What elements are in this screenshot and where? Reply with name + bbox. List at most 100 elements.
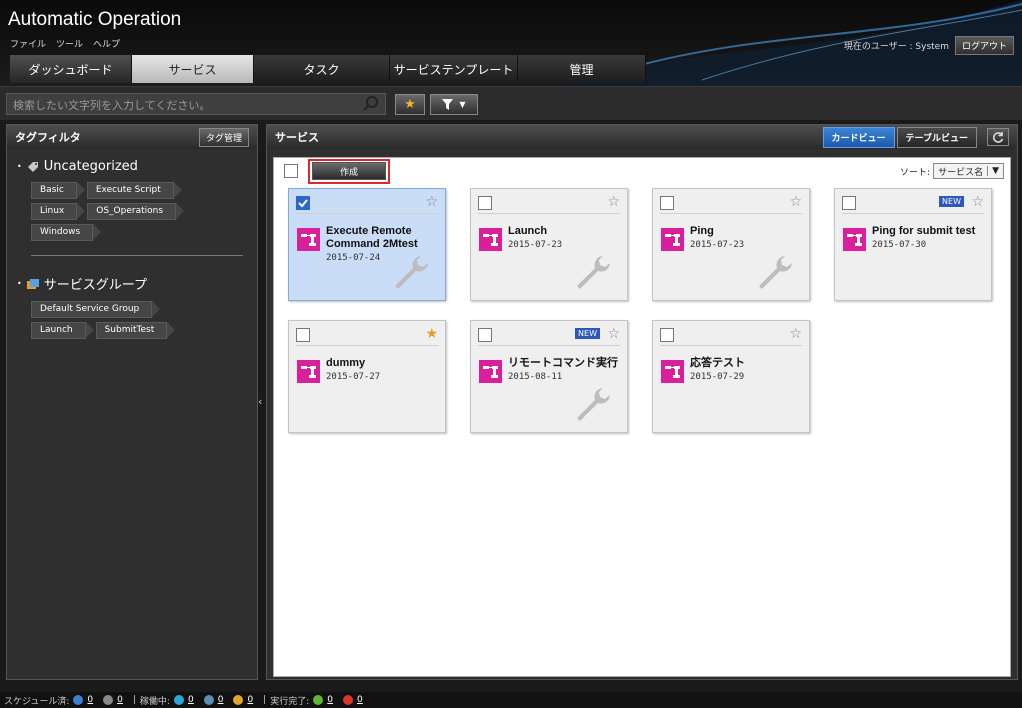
card-header: ☆ (660, 194, 802, 214)
chevron-down-icon: ▼ (459, 100, 466, 109)
bullet-icon: • (17, 162, 22, 171)
view-toggle: カードビュー テーブルビュー (822, 126, 1009, 148)
sort-control: ソート: サービス名 ▼ (900, 163, 1004, 179)
running-count[interactable]: 0 (188, 695, 194, 705)
service-card-area: 作成 ソート: サービス名 ▼ ☆ Execute Remote Command … (273, 157, 1011, 677)
star-icon[interactable]: ☆ (789, 194, 802, 210)
card-view-button[interactable]: カードビュー (822, 126, 895, 148)
card-title: Ping 2015-07-23 (690, 225, 808, 252)
card-checkbox[interactable] (478, 328, 492, 342)
service-card[interactable]: NEW ☆ リモートコマンド実行 2015-08-11 (470, 320, 628, 433)
search-icon[interactable] (362, 95, 380, 113)
app-title: Automatic Operation (8, 9, 182, 30)
card-title-text: Execute Remote Command 2Mtest (326, 225, 418, 250)
wrench-icon (395, 256, 428, 289)
failure-count[interactable]: 0 (357, 695, 363, 705)
filter-icon (442, 99, 454, 110)
service-card[interactable]: ☆ Ping 2015-07-23 (652, 188, 810, 301)
tag-manage-button[interactable]: タグ管理 (198, 127, 249, 147)
service-card[interactable]: ☆ Execute Remote Command 2Mtest 2015-07-24 (288, 188, 446, 301)
app-header: Automatic Operation ファイル ツール ヘルプ 現在のユーザー… (0, 0, 1022, 86)
service-card[interactable]: ☆ 応答テスト 2015-07-29 (652, 320, 810, 433)
tag-chip[interactable]: OS_Operations (87, 203, 184, 220)
tag-group-label: Uncategorized (43, 159, 138, 174)
logout-button[interactable]: ログアウト (954, 36, 1014, 55)
star-icon: ★ (404, 97, 416, 112)
card-header: NEW ☆ (478, 326, 620, 346)
success-count[interactable]: 0 (327, 695, 333, 705)
card-checkbox[interactable] (296, 196, 310, 210)
waiting-count[interactable]: 0 (218, 695, 224, 705)
card-checkbox[interactable] (296, 328, 310, 342)
suspended-icon (103, 695, 114, 705)
tab-service-template[interactable]: サービステンプレート (390, 55, 518, 83)
star-icon[interactable]: ☆ (971, 194, 984, 210)
star-icon[interactable]: ☆ (607, 194, 620, 210)
tag-chip[interactable]: SubmitTest (95, 322, 175, 339)
tag-chip[interactable]: Basic (31, 182, 85, 199)
card-title: Ping for submit test 2015-07-30 (872, 225, 990, 252)
search-bar: 検索したい文字列を入力してください。 ★ ▼ (0, 86, 1022, 120)
collapse-panel-handle[interactable]: ‹ (258, 395, 262, 408)
tab-admin[interactable]: 管理 (518, 55, 646, 83)
card-checkbox[interactable] (478, 196, 492, 210)
success-icon (313, 695, 324, 705)
tab-task[interactable]: タスク (254, 55, 390, 83)
new-badge: NEW (939, 196, 964, 207)
service-card[interactable]: ☆ Launch 2015-07-23 (470, 188, 628, 301)
separator: | (263, 695, 267, 705)
tag-chip[interactable]: Linux (31, 203, 86, 220)
scheduled-count[interactable]: 0 (87, 695, 93, 705)
menu-help[interactable]: ヘルプ (93, 37, 120, 50)
tag-chip[interactable]: Default Service Group (31, 301, 161, 318)
sort-select[interactable]: サービス名 ▼ (933, 163, 1004, 179)
tab-dashboard[interactable]: ダッシュボード (10, 55, 132, 83)
service-card[interactable]: NEW ☆ Ping for submit test 2015-07-30 (834, 188, 992, 301)
card-title-text: Launch (508, 225, 548, 237)
card-checkbox[interactable] (842, 196, 856, 210)
service-icon (479, 360, 502, 383)
suspended-count[interactable]: 0 (117, 695, 123, 705)
wrench-icon (577, 388, 610, 421)
current-user-label: 現在のユーザー : System (843, 42, 949, 52)
tag-chip[interactable]: Launch (31, 322, 94, 339)
tag-group-uncategorized[interactable]: • Uncategorized (17, 159, 257, 174)
service-card[interactable]: ★ dummy 2015-07-27 (288, 320, 446, 433)
waiting-icon (203, 695, 214, 705)
card-checkbox[interactable] (660, 328, 674, 342)
chevron-down-icon: ▼ (987, 166, 1003, 176)
favorite-filter-button[interactable]: ★ (395, 94, 425, 115)
filter-dropdown-button[interactable]: ▼ (430, 94, 478, 115)
table-view-button[interactable]: テーブルビュー (896, 126, 977, 148)
warning-count[interactable]: 0 (247, 695, 253, 705)
star-icon[interactable]: ☆ (789, 326, 802, 342)
main-tabs: ダッシュボード サービス タスク サービステンプレート 管理 (10, 55, 646, 83)
menu-file[interactable]: ファイル (10, 37, 46, 50)
status-bar: スケジュール済: 0 0 | 稼働中: 0 0 0 | 実行完了: 0 0 (0, 692, 1022, 708)
tag-chip[interactable]: Windows (31, 224, 102, 241)
service-icon (297, 360, 320, 383)
menu-tools[interactable]: ツール (56, 37, 83, 50)
card-checkbox[interactable] (660, 196, 674, 210)
service-toolbar: 作成 ソート: サービス名 ▼ (274, 158, 1010, 184)
star-icon[interactable]: ☆ (425, 194, 438, 210)
tag-group-label: サービスグループ (43, 278, 147, 293)
sort-value: サービス名 (938, 167, 984, 178)
star-icon[interactable]: ★ (425, 326, 438, 342)
wrench-icon (759, 256, 792, 289)
tab-service[interactable]: サービス (132, 55, 254, 83)
tag-filter-title: タグフィルタ (15, 131, 81, 144)
select-all-checkbox[interactable] (284, 164, 298, 178)
scheduled-icon (73, 695, 84, 705)
refresh-button[interactable] (987, 128, 1009, 146)
tag-chip[interactable]: Execute Script (86, 182, 182, 199)
tag-group-service-group[interactable]: • サービスグループ (17, 274, 257, 293)
menu-bar: ファイル ツール ヘルプ (10, 37, 120, 50)
tag-filter-header: タグフィルタ タグ管理 (7, 125, 257, 149)
search-input[interactable]: 検索したい文字列を入力してください。 (6, 93, 386, 115)
service-group-icon (26, 278, 39, 289)
service-icon (661, 360, 684, 383)
service-panel-title: サービス (275, 131, 319, 144)
star-icon[interactable]: ☆ (607, 326, 620, 342)
service-icon (479, 228, 502, 251)
